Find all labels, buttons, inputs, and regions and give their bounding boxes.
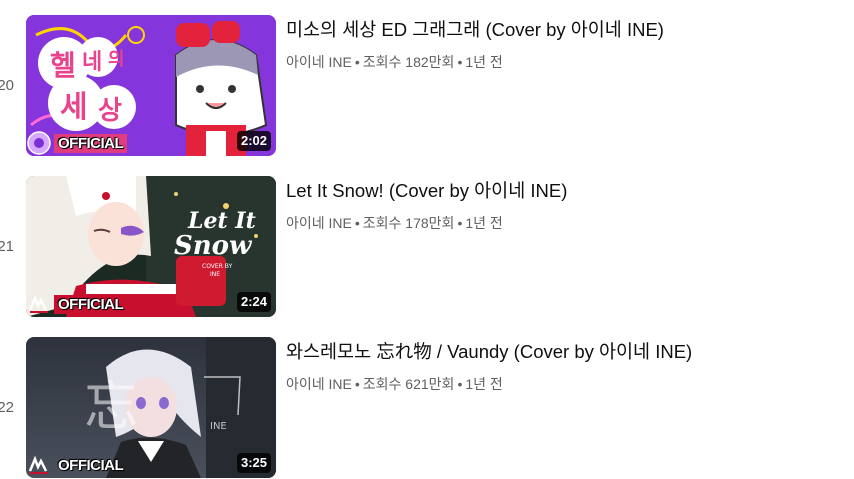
channel-name[interactable]: 아이네 INE — [286, 54, 352, 70]
channel-logo-icon — [26, 291, 52, 317]
thumb-title-char: 의 — [108, 49, 125, 70]
thumb-cover-by: COVER BY — [202, 263, 233, 270]
list-item[interactable]: 20 헬 네 의 세 상 OFFICIAL 2:02 미소의 세상 ED 그래그… — [0, 15, 854, 157]
official-label: OFFICIAL — [54, 133, 128, 153]
list-item[interactable]: 22 忘 INE OFFICIAL 3:25 와스레모노 忘れ物 / Vaund… — [0, 337, 854, 479]
official-label: OFFICIAL — [54, 294, 128, 314]
thumb-title-char: 세 — [60, 90, 88, 125]
upload-age: 1년 전 — [465, 54, 503, 70]
separator: • — [457, 376, 463, 392]
view-count: 조회수 621만회 — [362, 376, 455, 392]
channel-name[interactable]: 아이네 INE — [286, 376, 352, 392]
video-thumbnail[interactable]: Let It Snow COVER BY INE OFFICIAL 2:24 — [26, 176, 276, 317]
thumb-artist: INE — [210, 271, 220, 278]
separator: • — [457, 54, 463, 70]
list-item[interactable]: 21 Let It Snow COVER BY INE OFFICIAL 2:2… — [0, 176, 854, 318]
video-thumbnail[interactable]: 헬 네 의 세 상 OFFICIAL 2:02 — [26, 15, 276, 156]
view-count: 조회수 178만회 — [362, 215, 455, 231]
upload-age: 1년 전 — [465, 215, 503, 231]
video-thumbnail[interactable]: 忘 INE OFFICIAL 3:25 — [26, 337, 276, 478]
thumb-title-char: 헬 — [50, 49, 76, 82]
thumb-title-line: Snow — [174, 231, 253, 261]
video-subline: 아이네 INE • 조회수 178만회 • 1년 전 — [286, 213, 846, 233]
video-title[interactable]: Let It Snow! (Cover by 아이네 INE) — [286, 178, 846, 204]
separator: • — [354, 215, 360, 231]
video-index: 22 — [0, 399, 14, 416]
video-subline: 아이네 INE • 조회수 182만회 • 1년 전 — [286, 52, 846, 72]
separator: • — [354, 54, 360, 70]
official-label: OFFICIAL — [58, 456, 124, 474]
video-title[interactable]: 와스레모노 忘れ物 / Vaundy (Cover by 아이네 INE) — [286, 339, 846, 365]
video-index: 20 — [0, 77, 14, 94]
view-count: 조회수 182만회 — [362, 54, 455, 70]
official-badge: OFFICIAL — [26, 452, 127, 478]
playlist-video-list: 20 헬 네 의 세 상 OFFICIAL 2:02 미소의 세상 ED 그래그… — [0, 0, 854, 479]
video-meta: 미소의 세상 ED 그래그래 (Cover by 아이네 INE) 아이네 IN… — [286, 15, 846, 72]
channel-logo-icon — [26, 452, 52, 478]
video-index: 21 — [0, 238, 14, 255]
duration-badge: 2:02 — [236, 131, 271, 151]
official-badge: OFFICIAL — [26, 291, 128, 317]
channel-name[interactable]: 아이네 INE — [286, 215, 352, 231]
separator: • — [354, 376, 360, 392]
video-title[interactable]: 미소의 세상 ED 그래그래 (Cover by 아이네 INE) — [286, 17, 846, 43]
thumb-title-char: 忘 — [84, 375, 138, 438]
separator: • — [457, 215, 463, 231]
upload-age: 1년 전 — [465, 376, 503, 392]
thumb-artist: INE — [210, 421, 227, 432]
video-meta: Let It Snow! (Cover by 아이네 INE) 아이네 INE •… — [286, 176, 846, 233]
video-meta: 와스레모노 忘れ物 / Vaundy (Cover by 아이네 INE) 아이… — [286, 337, 846, 394]
thumb-title-char: 네 — [82, 50, 102, 75]
duration-badge: 3:25 — [236, 453, 271, 473]
thumb-title-char: 상 — [98, 96, 122, 126]
video-subline: 아이네 INE • 조회수 621만회 • 1년 전 — [286, 374, 846, 394]
channel-logo-icon — [26, 130, 52, 156]
duration-badge: 2:24 — [236, 292, 271, 312]
official-badge: OFFICIAL — [26, 130, 128, 156]
